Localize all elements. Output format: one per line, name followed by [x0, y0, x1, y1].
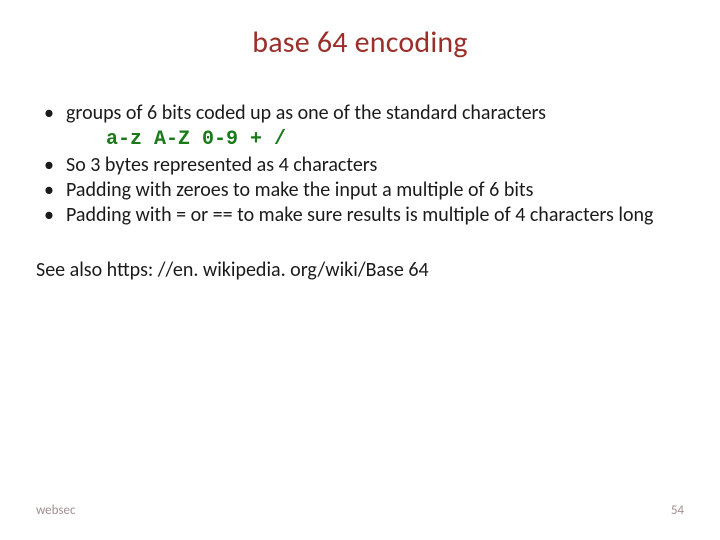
- bullet-text: groups of 6 bits coded up as one of the …: [66, 101, 546, 125]
- slide: base 64 encoding groups of 6 bits coded …: [0, 0, 720, 540]
- slide-title: base 64 encoding: [36, 24, 684, 61]
- footer: websec 54: [36, 503, 684, 518]
- bullet-text: Padding with = or == to make sure result…: [66, 203, 653, 227]
- page-number: 54: [671, 503, 684, 518]
- see-also-text: See also https: //en. wikipedia. org/wik…: [36, 258, 684, 282]
- bullet-item: groups of 6 bits coded up as one of the …: [66, 101, 684, 153]
- code-charset: a-z A-Z 0-9 + /: [106, 126, 684, 153]
- bullet-text: Padding with zeroes to make the input a …: [66, 178, 533, 202]
- bullet-item: Padding with = or == to make sure result…: [66, 203, 684, 228]
- bullet-item: Padding with zeroes to make the input a …: [66, 178, 684, 203]
- bullet-item: So 3 bytes represented as 4 characters: [66, 153, 684, 178]
- bullet-list: groups of 6 bits coded up as one of the …: [36, 101, 684, 228]
- footer-label: websec: [36, 503, 75, 518]
- bullet-text: So 3 bytes represented as 4 characters: [66, 153, 377, 177]
